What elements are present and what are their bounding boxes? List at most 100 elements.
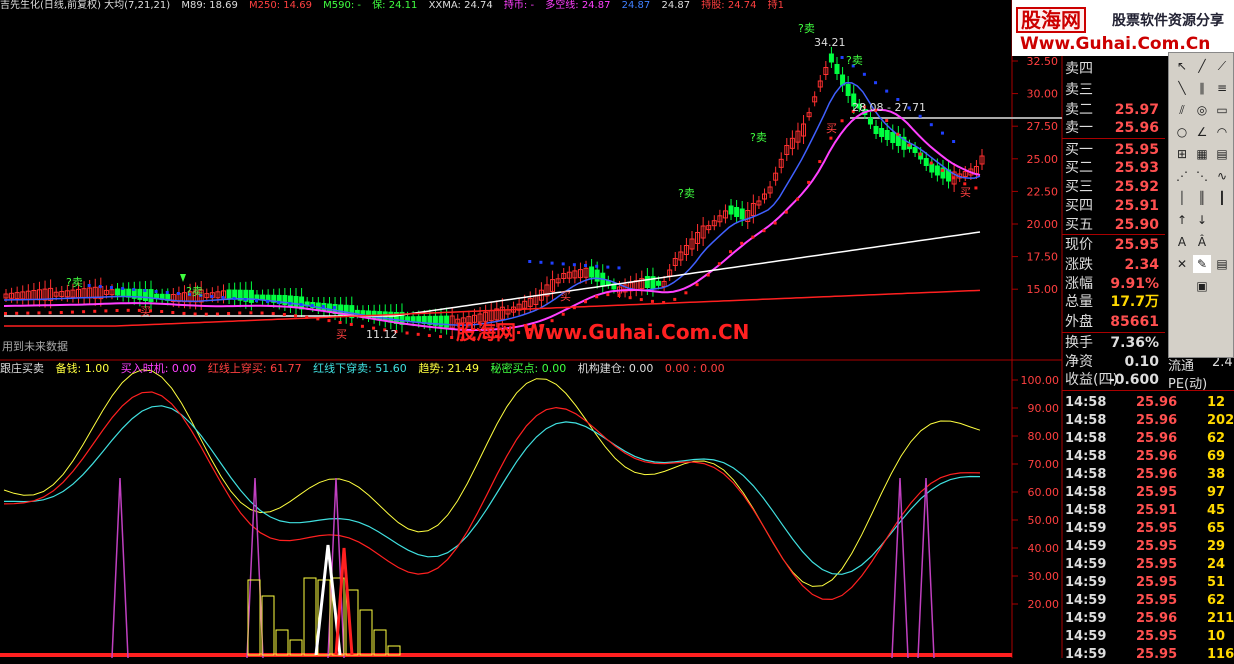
parallel-tool-icon[interactable]: ≡ <box>1213 79 1231 97</box>
indicator-axis: 100.00 90.00 80.00 70.00 60.00 50.00 40.00 30.0… <box>1012 374 1059 611</box>
order-book-row: 买五 25.90 <box>1065 217 1159 233</box>
cycle-tool-icon[interactable]: ◎ <box>1193 101 1211 119</box>
text-tool-icon[interactable]: A <box>1173 233 1191 251</box>
tick-time: 14:59 <box>1065 539 1107 554</box>
sell-signal-label: ?卖 <box>678 187 695 200</box>
tick-row: 14:58 25.96 62 <box>1062 430 1234 448</box>
text-arrow-tool-icon[interactable]: Â <box>1193 233 1211 251</box>
tick-time: 14:58 <box>1065 395 1107 410</box>
stat-row: 外盘 85661 <box>1065 314 1159 330</box>
export-tool-icon[interactable]: ▣ <box>1193 277 1211 295</box>
indicator-tick-label: 70.00 <box>1028 458 1060 471</box>
tick-price: 25.95 <box>1136 521 1178 536</box>
bars-tool-icon[interactable]: ┃ <box>1213 189 1231 207</box>
low-price-label: 11.12 <box>366 328 398 341</box>
tick-volume: 62 <box>1207 593 1226 608</box>
down-arrow-tool-icon[interactable]: ↓ <box>1193 211 1211 229</box>
quote-panel: 卖四 卖三 卖二 25.97 卖一 25.96 买一 25.95 买二 25.93 买三… <box>1062 56 1234 662</box>
list-tool-icon[interactable]: ▤ <box>1213 255 1231 273</box>
grid-tool-icon[interactable]: ▦ <box>1193 145 1211 163</box>
tick-volume: 12 <box>1207 395 1226 410</box>
indicator-tick-label: 30.00 <box>1028 570 1060 583</box>
position-bar <box>303 577 317 656</box>
speed-tool-icon[interactable]: ⋱ <box>1193 167 1211 185</box>
order-book-row: 卖三 <box>1065 82 1093 98</box>
wave-tool-icon[interactable]: ∿ <box>1213 167 1231 185</box>
tick-volume: 29 <box>1207 539 1226 554</box>
arrow-tool-icon[interactable]: ↖ <box>1173 57 1191 75</box>
tick-volume: 69 <box>1207 449 1226 464</box>
circle-tool-icon[interactable]: ○ <box>1173 123 1191 141</box>
vlines-tool-icon[interactable]: ║ <box>1193 189 1211 207</box>
logo-brand: 股海网 <box>1016 7 1086 33</box>
ray-tool-icon[interactable]: ⟋ <box>1213 57 1231 75</box>
tick-time: 14:59 <box>1065 611 1107 626</box>
tick-time: 14:58 <box>1065 467 1107 482</box>
tick-time: 14:59 <box>1065 647 1107 662</box>
position-bar <box>289 639 303 656</box>
fib-tool-icon[interactable]: ⫽ <box>1173 101 1191 119</box>
site-logo: 股海网 股票软件资源分享 Www.Guhai.Com.Cn <box>1012 0 1234 56</box>
table-tool-icon[interactable]: ▤ <box>1213 145 1231 163</box>
tick-volume: 51 <box>1207 575 1226 590</box>
rect-tool-icon[interactable]: ▭ <box>1213 101 1231 119</box>
tick-time: 14:58 <box>1065 485 1107 500</box>
tick-volume: 10 <box>1207 629 1226 644</box>
order-book-row: 买一 25.95 <box>1065 142 1159 158</box>
hongxian-xia-label: 红线下穿卖: 51.60 <box>313 362 407 375</box>
delete-tool-icon[interactable]: ✕ <box>1173 255 1191 273</box>
hongxian-shang-label: 红线上穿买: 61.77 <box>207 362 302 375</box>
tick-row: 14:58 25.91 45 <box>1062 502 1234 520</box>
tick-row: 14:58 25.96 38 <box>1062 466 1234 484</box>
tick-time: 14:59 <box>1065 557 1107 572</box>
order-book-row: 卖二 25.97 <box>1065 102 1159 118</box>
range-label: 28.08 - 27.71 <box>852 101 926 114</box>
tick-price: 25.95 <box>1136 629 1178 644</box>
position-bar <box>359 609 373 656</box>
price-tick-label: 20.00 <box>1027 218 1059 231</box>
tick-price: 25.95 <box>1136 593 1178 608</box>
indicator-pane <box>3 369 981 658</box>
arc-tool-icon[interactable]: ◠ <box>1213 123 1231 141</box>
extra-label: 0.00 : 0.00 <box>664 362 725 375</box>
tick-time: 14:58 <box>1065 449 1107 464</box>
future-data-note: 用到未来数据 <box>2 340 68 353</box>
tick-row: 14:58 25.96 12 <box>1062 394 1234 412</box>
logo-url: Www.Guhai.Com.Cn <box>1020 34 1211 54</box>
gann-tool-icon[interactable]: ⊞ <box>1173 145 1191 163</box>
tick-price: 25.95 <box>1136 557 1178 572</box>
indicator-name: 跟庄买卖 <box>0 362 44 375</box>
tick-volume: 45 <box>1207 503 1226 518</box>
up-arrow-tool-icon[interactable]: ↑ <box>1173 211 1191 229</box>
fan-tool-icon[interactable]: ⋰ <box>1173 167 1191 185</box>
tick-row: 14:58 25.96 202 <box>1062 412 1234 430</box>
select-tool-icon[interactable]: ✎ <box>1193 255 1211 273</box>
tick-volume: 116 <box>1207 647 1234 662</box>
stat-row: 换手 7.36% <box>1065 335 1159 351</box>
buy-signal-label: 买 <box>140 305 151 318</box>
stat-row: 涨跌 2.34 <box>1065 257 1159 273</box>
price-tick-label: 22.50 <box>1027 185 1059 198</box>
segment-tool-icon[interactable]: ╲ <box>1173 79 1191 97</box>
indicator-header: 跟庄买卖 备钱: 1.00 买入时机: 0.00 红线上穿买: 61.77 红线… <box>0 362 1012 376</box>
order-book-row: 买四 25.91 <box>1065 198 1159 214</box>
stat-row: 净资 0.10 <box>1065 354 1159 370</box>
tick-time: 14:58 <box>1065 503 1107 518</box>
high-price-label: 34.21 <box>814 36 846 49</box>
tick-price: 25.95 <box>1136 647 1178 662</box>
red-cross-up-line <box>3 391 981 601</box>
vline-tool-icon[interactable]: │ <box>1173 189 1191 207</box>
line-tool-icon[interactable]: ╱ <box>1193 57 1211 75</box>
sell-signal-label: ?卖 <box>186 285 203 298</box>
tick-time: 14:59 <box>1065 593 1107 608</box>
buy-timing-spike <box>917 477 935 658</box>
angle-tool-icon[interactable]: ∠ <box>1193 123 1211 141</box>
stock-chart-window: 吉先生化(日线,前复权) 大均(7,21,21) M89: 18.69 M250… <box>0 0 1234 662</box>
tick-row: 14:59 25.95 24 <box>1062 556 1234 574</box>
tick-time: 14:59 <box>1065 575 1107 590</box>
channel-tool-icon[interactable]: ∥ <box>1193 79 1211 97</box>
sell-signal-label: ?卖 <box>798 22 815 35</box>
tick-time: 14:58 <box>1065 413 1107 428</box>
tick-volume: 97 <box>1207 485 1226 500</box>
tick-row: 14:58 25.96 69 <box>1062 448 1234 466</box>
